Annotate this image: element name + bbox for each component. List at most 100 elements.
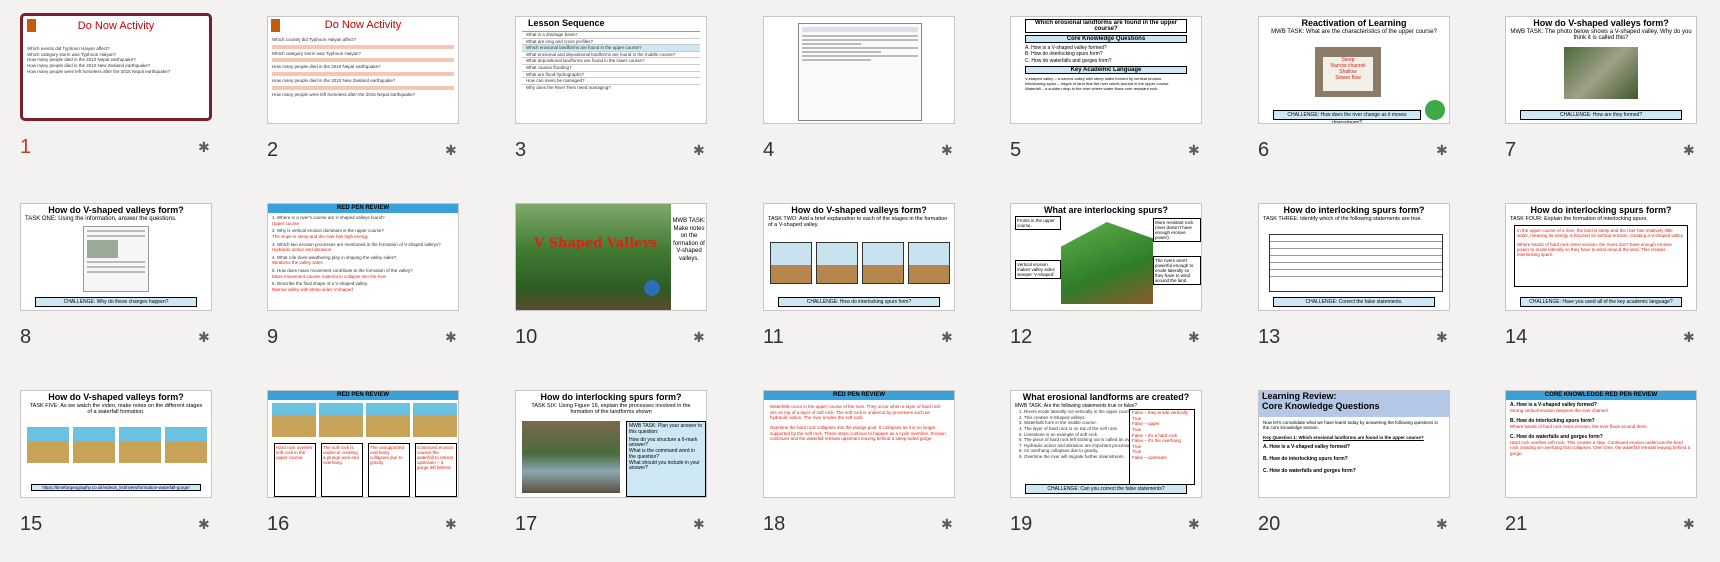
- slide-thumbnail[interactable]: How do V-shaped valleys form? TASK FIVE:…: [20, 390, 212, 498]
- slide-sorter-grid: Do Now Activity Which events did Typhoon…: [0, 0, 1720, 550]
- slide-cell[interactable]: How do interlocking spurs form? TASK FOU…: [1505, 203, 1701, 375]
- question-text: A. How is a V-shaped valley formed?: [1510, 402, 1597, 408]
- slide-number: 11: [763, 326, 784, 348]
- slide-cell[interactable]: How do V-shaped valleys form? TASK ONE: …: [20, 203, 216, 375]
- title-bar: Learning Review: Core Knowledge Question…: [1259, 391, 1449, 417]
- slide-thumbnail[interactable]: How do interlocking spurs form? TASK SIX…: [515, 390, 707, 498]
- slide-thumbnail[interactable]: Do Now Activity Which events did Typhoon…: [20, 13, 212, 121]
- slide-text: What erosional and depositional landform…: [522, 52, 700, 59]
- slide-cell[interactable]: How do V-shaped valleys form? MWB TASK: …: [1505, 16, 1701, 188]
- star-icon[interactable]: ✱: [1436, 516, 1448, 533]
- star-icon[interactable]: ✱: [1188, 329, 1200, 346]
- answers-box: False – they erode vertically True False…: [1129, 409, 1195, 485]
- slide-title: Which erosional landforms are found in t…: [1025, 19, 1187, 33]
- slide-title: How do interlocking spurs form?: [1283, 205, 1425, 215]
- slide-cell[interactable]: CORE KNOWLEDGE RED PEN REVIEW A. How is …: [1505, 390, 1701, 562]
- slide-cell[interactable]: Do Now Activity Which events did Typhoon…: [20, 13, 216, 185]
- slide-thumbnail[interactable]: V Shaped Valleys MWB TASK: Make notes on…: [515, 203, 707, 311]
- slide-number: 17: [515, 513, 538, 535]
- waterfall-stage-image: [73, 427, 115, 463]
- slide-thumbnail[interactable]: How do V-shaped valleys form? TASK TWO: …: [763, 203, 955, 311]
- slide-cell[interactable]: 4 ✱: [763, 16, 959, 188]
- star-icon[interactable]: ✱: [1683, 142, 1695, 159]
- slide-cell[interactable]: How do interlocking spurs form? TASK THR…: [1258, 203, 1454, 375]
- slide-thumbnail[interactable]: RED PEN REVIEW Hard rock overlies soft r…: [267, 390, 459, 498]
- video-link[interactable]: https://timeforgeography.co.uk/videos_li…: [31, 483, 201, 491]
- slide-text: C. How do waterfalls and gorges form?: [1025, 57, 1112, 64]
- slide-thumbnail[interactable]: Learning Review: Core Knowledge Question…: [1258, 390, 1450, 498]
- star-icon[interactable]: ✱: [693, 142, 705, 159]
- challenge-box: CHALLENGE: Have you used all of the key …: [1520, 297, 1682, 307]
- slide-thumbnail[interactable]: Do Now Activity Which country did Typhoo…: [267, 16, 459, 124]
- star-icon[interactable]: ✱: [693, 516, 705, 533]
- slide-cell[interactable]: What are interlocking spurs? Fronts in t…: [1010, 203, 1206, 375]
- slide-thumbnail[interactable]: [763, 16, 955, 124]
- slide-thumbnail[interactable]: How do V-shaped valleys form? TASK ONE: …: [20, 203, 212, 311]
- star-icon[interactable]: ✱: [198, 139, 210, 156]
- answer-text: Where bands of hard rock resist erosion,…: [1517, 241, 1672, 258]
- star-icon[interactable]: ✱: [1188, 142, 1200, 159]
- star-icon[interactable]: ✱: [693, 329, 705, 346]
- slide-thumbnail[interactable]: Lesson Sequence What is a drainage basin…: [515, 16, 707, 124]
- slide-cell[interactable]: How do interlocking spurs form? TASK SIX…: [515, 390, 711, 562]
- slide-number: 14: [1505, 326, 1528, 348]
- answer-text: False – upstream: [1132, 455, 1167, 460]
- slide-title: RED PEN REVIEW: [268, 204, 458, 213]
- slide-thumbnail[interactable]: How do interlocking spurs form? TASK THR…: [1258, 203, 1450, 311]
- slide-cell[interactable]: What erosional landforms are created? MW…: [1010, 390, 1206, 562]
- slide-cell[interactable]: Do Now Activity Which country did Typhoo…: [267, 16, 463, 188]
- slide-cell[interactable]: Lesson Sequence What is a drainage basin…: [515, 16, 711, 188]
- slide-thumbnail[interactable]: RED PEN REVIEW Waterfalls occur in the u…: [763, 390, 955, 498]
- star-icon[interactable]: ✱: [1683, 516, 1695, 533]
- slide-number: 10: [515, 326, 538, 348]
- slide-thumbnail[interactable]: CORE KNOWLEDGE RED PEN REVIEW A. How is …: [1505, 390, 1697, 498]
- slide-cell[interactable]: RED PEN REVIEW 1. Where in a river's cou…: [267, 203, 463, 375]
- slide-text: Hydraulic action and abrasion: [272, 247, 332, 253]
- slide-text: How many people were left homeless after…: [27, 68, 171, 74]
- star-icon[interactable]: ✱: [941, 142, 953, 159]
- slide-title: How do V-shaped valleys form?: [48, 392, 184, 402]
- question-text: C. How do waterfalls and gorges form?: [1263, 468, 1356, 475]
- stage-diagram: [862, 242, 904, 284]
- slide-thumbnail[interactable]: How do interlocking spurs form? TASK FOU…: [1505, 203, 1697, 311]
- slide-cell[interactable]: V Shaped Valleys MWB TASK: Make notes on…: [515, 203, 711, 375]
- challenge-box: CHALLENGE: How do interlocking spurs for…: [778, 297, 940, 307]
- slide-thumbnail[interactable]: What are interlocking spurs? Fronts in t…: [1010, 203, 1202, 311]
- info-sheet-image: [83, 226, 149, 292]
- slide-thumbnail[interactable]: Which erosional landforms are found in t…: [1010, 16, 1202, 124]
- star-icon[interactable]: ✱: [1188, 516, 1200, 533]
- star-icon[interactable]: ✱: [198, 329, 210, 346]
- task-text: MWB TASK: The photo below shows a V-shap…: [1510, 28, 1692, 42]
- star-icon[interactable]: ✱: [445, 142, 457, 159]
- slide-cell[interactable]: Which erosional landforms are found in t…: [1010, 16, 1206, 188]
- star-icon[interactable]: ✱: [941, 329, 953, 346]
- answer-text: Overtime the hard rock collapses into th…: [770, 424, 946, 442]
- slide-text: How many people were left homeless after…: [272, 91, 416, 97]
- slide-cell[interactable]: How do V-shaped valleys form? TASK FIVE:…: [20, 390, 216, 562]
- slide-cell[interactable]: RED PEN REVIEW Hard rock overlies soft r…: [267, 390, 463, 562]
- slide-text: How many people died in the 2010 New Zea…: [272, 77, 396, 83]
- slide-thumbnail[interactable]: How do V-shaped valleys form? MWB TASK: …: [1505, 16, 1697, 124]
- star-icon[interactable]: ✱: [1436, 329, 1448, 346]
- star-icon[interactable]: ✱: [941, 516, 953, 533]
- answer-box: The unsupported overhang collapses due t…: [368, 443, 410, 497]
- star-icon[interactable]: ✱: [1436, 142, 1448, 159]
- star-icon[interactable]: ✱: [198, 516, 210, 533]
- task-text: TASK ONE: Using the information, answer …: [25, 215, 177, 222]
- slide-title: RED PEN REVIEW: [764, 391, 954, 400]
- star-icon[interactable]: ✱: [445, 329, 457, 346]
- logo-icon: [27, 19, 36, 32]
- slide-cell[interactable]: RED PEN REVIEW Waterfalls occur in the u…: [763, 390, 959, 562]
- slide-thumbnail[interactable]: RED PEN REVIEW 1. Where in a river's cou…: [267, 203, 459, 311]
- slide-thumbnail[interactable]: What erosional landforms are created? MW…: [1010, 390, 1202, 498]
- task-text: TASK FOUR: Explain the formation of inte…: [1510, 215, 1648, 222]
- slide-text: Which erosional landforms are found in t…: [522, 45, 700, 52]
- slide-thumbnail[interactable]: Reactivation of Learning MWB TASK: What …: [1258, 16, 1450, 124]
- slide-cell[interactable]: Reactivation of Learning MWB TASK: What …: [1258, 16, 1454, 188]
- slide-cell[interactable]: How do V-shaped valleys form? TASK TWO: …: [763, 203, 959, 375]
- answer-box: Continued erosion causes the waterfall t…: [415, 443, 457, 497]
- slide-cell[interactable]: Learning Review: Core Knowledge Question…: [1258, 390, 1454, 562]
- slide-number: 5: [1010, 139, 1022, 161]
- star-icon[interactable]: ✱: [445, 516, 457, 533]
- star-icon[interactable]: ✱: [1683, 329, 1695, 346]
